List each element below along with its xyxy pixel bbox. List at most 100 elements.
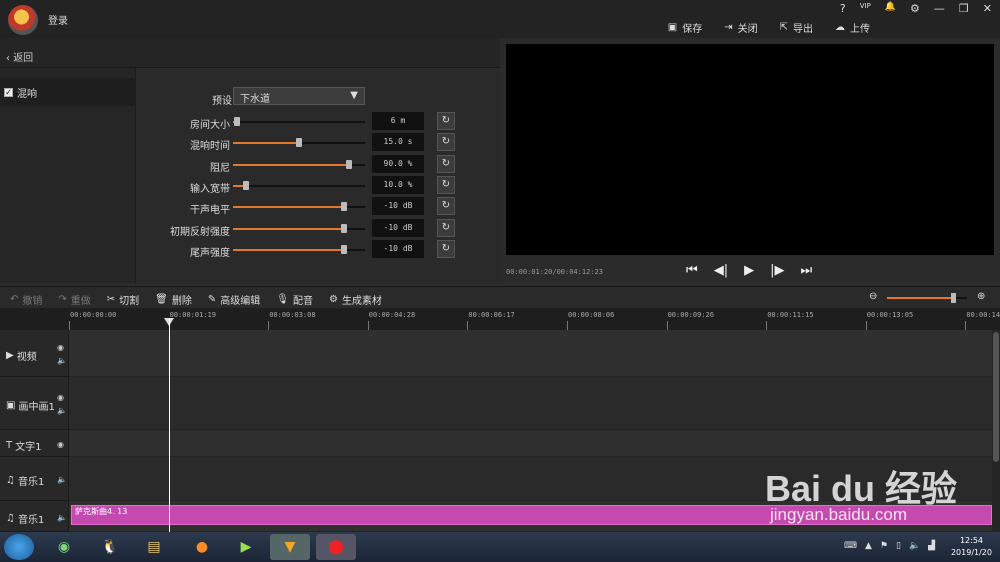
reset-icon[interactable]: ↻ bbox=[437, 197, 455, 216]
effect-panel: ‹ 返回 ✓ 混响 删除 清空 预设 下水道▼ 房间大小 6 m ↻混响时间 1… bbox=[0, 38, 500, 307]
recorder-icon[interactable]: ⬤ bbox=[316, 534, 356, 560]
track-header[interactable]: ▣ 画中画1 ◉ 🔈 bbox=[0, 377, 69, 430]
zoom-out-icon[interactable]: ⊖ bbox=[869, 291, 877, 302]
param-slider[interactable] bbox=[233, 117, 365, 126]
param-value-field[interactable]: -10 dB bbox=[372, 239, 424, 258]
upload-button[interactable]: ☁ 上传 bbox=[835, 20, 870, 35]
slider-thumb[interactable] bbox=[346, 159, 353, 169]
speaker-icon[interactable]: 🔈 bbox=[57, 511, 67, 524]
param-slider[interactable] bbox=[233, 159, 365, 169]
maximize-icon[interactable]: ❐ bbox=[959, 2, 969, 15]
param-slider[interactable] bbox=[233, 138, 365, 148]
minimize-icon[interactable]: — bbox=[934, 2, 945, 15]
slider-thumb[interactable] bbox=[243, 180, 250, 190]
slider-thumb[interactable] bbox=[340, 244, 347, 254]
system-tray: ⌨ ▲ ⚑ ▯ 🔈 ▟ bbox=[844, 541, 935, 551]
reset-icon[interactable]: ↻ bbox=[437, 112, 455, 130]
ruler-tick bbox=[965, 321, 967, 330]
close-button[interactable]: ⇥ 关闭 bbox=[724, 20, 757, 35]
zoom-in-icon[interactable]: ⊕ bbox=[977, 291, 985, 302]
step-back-icon[interactable]: ◀| bbox=[714, 263, 728, 278]
preset-select[interactable]: 下水道 ▼ bbox=[233, 87, 365, 105]
timeline-tool-3[interactable]: ✂ 切割 bbox=[107, 292, 139, 307]
save-button[interactable]: ▣ 保存 bbox=[668, 20, 702, 35]
track-lane[interactable] bbox=[69, 330, 992, 377]
keyboard-icon[interactable]: ⌨ bbox=[844, 541, 857, 551]
pip-track-icon: ▣ bbox=[6, 399, 16, 411]
start-button[interactable] bbox=[4, 534, 34, 560]
app-green-icon[interactable]: ▶ bbox=[226, 534, 266, 560]
back-button[interactable]: ‹ 返回 bbox=[0, 38, 500, 68]
export-button[interactable]: ⇱ 导出 bbox=[780, 20, 813, 35]
zoom-slider-thumb[interactable] bbox=[950, 293, 956, 303]
param-value-field[interactable]: 15.0 s bbox=[372, 133, 424, 152]
track-header[interactable]: ▶ 视频 ◉ 🔈 bbox=[0, 330, 69, 377]
ruler-tick-label: 00:00:11:15 bbox=[767, 311, 814, 319]
track-header[interactable]: ♫ 音乐1 🔈 bbox=[0, 501, 69, 532]
track-lane[interactable] bbox=[69, 377, 992, 430]
app-360-icon[interactable]: ◉ bbox=[44, 534, 84, 560]
timeline-tool-2[interactable]: ↷ 重做 bbox=[58, 292, 90, 307]
folder-icon[interactable]: ▤ bbox=[134, 534, 174, 560]
track-lane[interactable] bbox=[69, 430, 992, 457]
reset-icon[interactable]: ↻ bbox=[437, 239, 455, 258]
reset-icon[interactable]: ↻ bbox=[437, 218, 455, 237]
skip-end-icon[interactable]: ⏭ bbox=[800, 263, 812, 278]
eye-icon[interactable]: ◉ bbox=[57, 341, 67, 354]
param-value-field[interactable]: -10 dB bbox=[372, 218, 424, 237]
speaker-icon[interactable]: 🔈 bbox=[57, 473, 67, 486]
step-forward-icon[interactable]: |▶ bbox=[770, 263, 784, 278]
volume-icon[interactable]: 🔈 bbox=[909, 541, 920, 551]
param-slider[interactable] bbox=[233, 244, 365, 254]
help-icon[interactable]: ? bbox=[840, 2, 846, 15]
track-header[interactable]: T 文字1 ◉ bbox=[0, 430, 69, 457]
slider-thumb[interactable] bbox=[233, 117, 240, 126]
timecode: 00:00:01:20/00:04:12:23 bbox=[506, 268, 603, 276]
close-window-icon[interactable]: ✕ bbox=[983, 2, 992, 15]
zoom-control[interactable]: ⊖ ⊕ bbox=[869, 291, 989, 304]
param-value-field[interactable]: -10 dB bbox=[372, 197, 424, 216]
network-icon[interactable]: ▟ bbox=[928, 541, 935, 551]
bell-icon[interactable]: 🔔 bbox=[885, 2, 896, 15]
track-header[interactable]: ♫ 音乐1 🔈 bbox=[0, 457, 69, 501]
vip-icon[interactable]: VIP bbox=[860, 2, 871, 15]
slider-thumb[interactable] bbox=[340, 202, 347, 212]
slider-thumb[interactable] bbox=[296, 138, 302, 148]
arrow-up-icon[interactable]: ▲ bbox=[865, 541, 872, 551]
eye-icon[interactable]: ◉ bbox=[57, 391, 67, 404]
reset-icon[interactable]: ↻ bbox=[437, 133, 455, 152]
reset-icon[interactable]: ↻ bbox=[437, 175, 455, 194]
login-link[interactable]: 登录 bbox=[48, 12, 68, 27]
timeline-tool-1[interactable]: ↶ 撤销 bbox=[10, 292, 42, 307]
checkbox-icon[interactable]: ✓ bbox=[4, 87, 13, 97]
timeline-tool-6[interactable]: 🎙 配音 bbox=[276, 292, 313, 307]
timeline-tool-5[interactable]: ✎ 高级编辑 bbox=[208, 292, 260, 307]
param-value-field[interactable]: 90.0 % bbox=[372, 154, 424, 173]
reset-icon[interactable]: ↻ bbox=[437, 154, 455, 173]
skip-start-icon[interactable]: ⏮ bbox=[686, 263, 698, 278]
editor-app-icon[interactable]: ▼ bbox=[270, 534, 310, 560]
gear-icon[interactable]: ⚙ bbox=[910, 2, 920, 15]
param-slider[interactable] bbox=[233, 180, 365, 190]
clock[interactable]: 12:54 2019/1/20 bbox=[951, 535, 992, 559]
timeline-scrollbar[interactable] bbox=[992, 330, 1000, 532]
param-value-field[interactable]: 6 m bbox=[372, 112, 424, 130]
timeline-tool-4[interactable]: 🗑 删除 bbox=[155, 292, 192, 307]
param-slider[interactable] bbox=[233, 202, 365, 212]
param-slider[interactable] bbox=[233, 223, 365, 233]
effect-item-reverb[interactable]: ✓ 混响 bbox=[0, 78, 136, 106]
slider-thumb[interactable] bbox=[340, 223, 347, 233]
param-value-field[interactable]: 10.0 % bbox=[372, 175, 424, 194]
speaker-icon[interactable]: 🔈 bbox=[57, 354, 67, 367]
timeline-track: ▣ 画中画1 ◉ 🔈 bbox=[0, 377, 1000, 430]
timeline-tool-7[interactable]: ⚙ 生成素材 bbox=[329, 292, 382, 307]
param-row: 初期反射强度 -10 dB ↻ bbox=[136, 218, 500, 238]
timeline-ruler[interactable]: 00:00:00:00 00:00:01:19 00:00:03:08 00:00:0… bbox=[0, 308, 1000, 330]
qq-icon[interactable]: 🐧 bbox=[90, 534, 130, 560]
play-icon[interactable]: ▶ bbox=[744, 263, 754, 278]
eye-icon[interactable]: ◉ bbox=[57, 438, 64, 451]
firefox-icon[interactable]: ● bbox=[182, 534, 222, 560]
speaker-icon[interactable]: 🔈 bbox=[57, 404, 67, 417]
flag-icon[interactable]: ⚑ bbox=[880, 541, 888, 551]
battery-icon[interactable]: ▯ bbox=[896, 541, 901, 551]
